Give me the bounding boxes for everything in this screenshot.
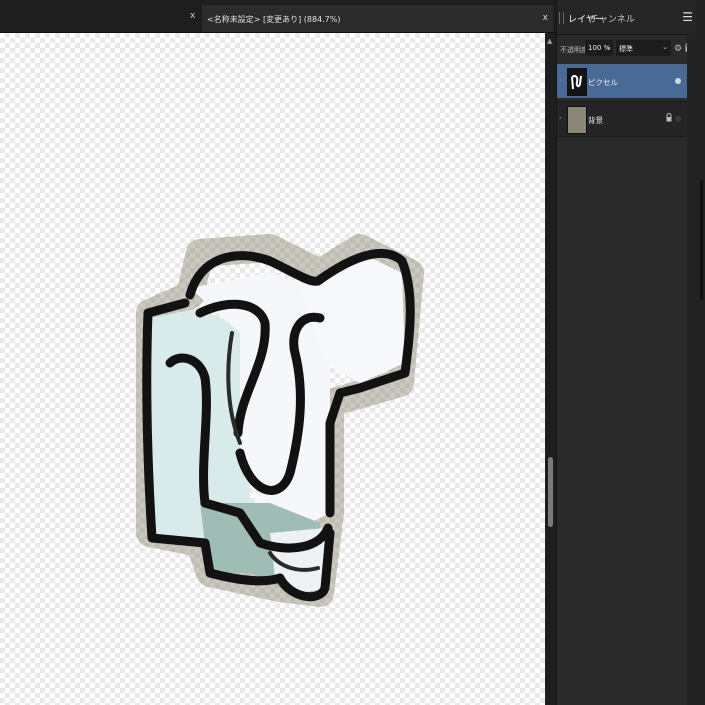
layer-name: ピクセル — [588, 78, 618, 87]
panel-grip-icon[interactable] — [559, 12, 564, 24]
visibility-toggle-icon[interactable] — [675, 78, 681, 84]
layer-name: 背景 — [588, 116, 603, 125]
opacity-field[interactable]: 100 % ⌄ — [585, 40, 613, 56]
layer-thumbnail — [567, 68, 587, 96]
layers-panel: レイヤー チャンネル ☰ 不透明度: 100 % ⌄ 標準 ⌄ ⚙ › ピクセル… — [556, 0, 697, 705]
document-tab-bar: x <名称未設定> [変更あり] (884.7%) x — [0, 0, 556, 33]
tab-channels[interactable]: チャンネル — [590, 12, 635, 25]
canvas[interactable] — [0, 33, 545, 705]
expand-arrow-icon[interactable]: › — [559, 114, 562, 122]
layer-row-pixel[interactable]: › ピクセル — [557, 64, 687, 98]
blend-mode-value: 標準 — [619, 45, 633, 53]
edge-scroll-handle[interactable] — [700, 180, 703, 300]
document-tab-close-button[interactable]: x — [543, 13, 548, 23]
panel-tab-bar: レイヤー チャンネル ☰ — [557, 0, 697, 35]
layer-thumbnail — [567, 106, 587, 134]
blend-mode-select[interactable]: 標準 ⌄ — [616, 40, 671, 56]
pixel-artwork — [136, 234, 424, 607]
lock-icon[interactable] — [666, 113, 672, 125]
side-panel-edge — [696, 0, 705, 705]
scrollbar-thumb[interactable] — [548, 457, 553, 527]
hamburger-icon[interactable]: ☰ — [682, 10, 693, 24]
scroll-up-arrow-icon[interactable]: ▲ — [547, 37, 552, 45]
gear-icon[interactable]: ⚙ — [674, 44, 682, 54]
previous-tab-close-button[interactable]: x — [190, 11, 195, 21]
layer-row-background[interactable]: › 背景 — [557, 101, 687, 137]
document-tab-title: <名称未設定> [変更あり] (884.7%) — [207, 15, 341, 24]
document-tab[interactable]: <名称未設定> [変更あり] (884.7%) x — [202, 5, 553, 32]
chevron-down-icon[interactable]: ⌄ — [662, 43, 668, 51]
canvas-vertical-scrollbar[interactable]: ▲ — [545, 33, 556, 705]
visibility-toggle-icon[interactable] — [675, 116, 681, 122]
chevron-down-icon[interactable]: ⌄ — [606, 43, 612, 51]
expand-arrow-icon[interactable]: › — [559, 76, 562, 84]
layer-properties-bar: 不透明度: 100 % ⌄ 標準 ⌄ ⚙ — [557, 37, 697, 59]
